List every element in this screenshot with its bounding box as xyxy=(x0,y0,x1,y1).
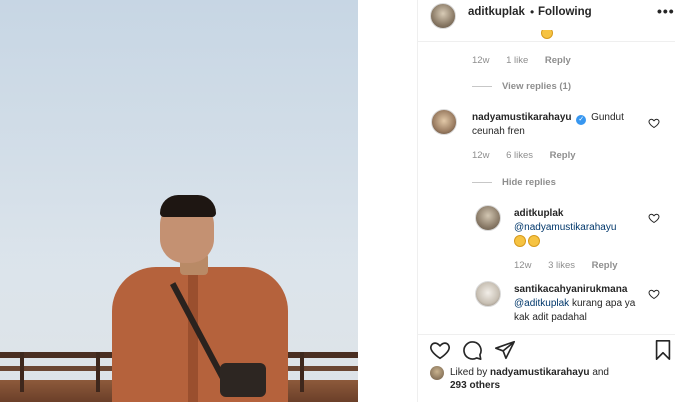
share-icon[interactable] xyxy=(494,339,516,361)
verified-badge-icon: ✓ xyxy=(576,115,587,125)
commenter-username[interactable]: nadyamustikarahayu xyxy=(472,112,572,123)
emoji-icon xyxy=(514,235,526,248)
comment-likes[interactable]: 1 like xyxy=(506,55,528,66)
partial-comment-emoji xyxy=(541,30,581,40)
comment-like-heart-icon[interactable] xyxy=(648,117,660,129)
reply-mention[interactable]: @aditkuplak xyxy=(514,298,569,309)
reply-body: santikacahyanirukmana @aditkuplak kurang… xyxy=(514,283,642,325)
reply-username[interactable]: aditkuplak xyxy=(514,207,642,221)
reply-button[interactable]: Reply xyxy=(550,150,576,161)
liked-by-prefix: Liked by xyxy=(450,367,488,378)
railing-post xyxy=(96,352,100,392)
comment-icon[interactable] xyxy=(461,339,483,361)
reply-like-heart-icon[interactable] xyxy=(648,212,660,224)
following-button[interactable]: Following xyxy=(538,6,592,18)
liked-by-user[interactable]: nadyamustikarahayu xyxy=(490,367,590,378)
comment-meta: 12w 1 like Reply xyxy=(472,55,585,66)
comment-age: 12w xyxy=(472,150,490,161)
heart-icon[interactable] xyxy=(429,339,451,361)
reply-body: aditkuplak @nadyamustikarahayu xyxy=(514,207,642,249)
liked-by-others[interactable]: 293 others xyxy=(450,380,500,391)
railing-post xyxy=(300,352,304,392)
post-action-bar xyxy=(418,334,675,362)
comment-body: nadyamustikarahayu ✓ Gundut ceunah fren xyxy=(472,111,652,139)
reply-emojis xyxy=(514,235,642,249)
bookmark-icon[interactable] xyxy=(652,339,674,361)
reply-avatar[interactable] xyxy=(475,281,501,307)
author-avatar[interactable] xyxy=(430,3,456,29)
reply-meta: 12w 3 likes Reply xyxy=(514,260,632,271)
person-figure xyxy=(108,195,293,402)
reply-age: 12w xyxy=(514,260,532,271)
comment-age: 12w xyxy=(472,55,490,66)
reply-avatar[interactable] xyxy=(475,205,501,231)
reply-mention[interactable]: @nadyamustikarahayu xyxy=(514,221,642,235)
comment-likes[interactable]: 6 likes xyxy=(506,150,533,161)
hide-replies-link[interactable]: Hide replies xyxy=(472,177,556,188)
emoji-icon xyxy=(528,235,540,248)
reply-likes[interactable]: 3 likes xyxy=(548,260,575,271)
liker-avatar[interactable] xyxy=(430,366,444,380)
more-options-icon[interactable]: ••• xyxy=(657,3,675,19)
hair xyxy=(160,195,216,217)
railing-post xyxy=(20,352,24,392)
liked-by-and: and xyxy=(592,367,609,378)
shoulder-bag xyxy=(220,363,266,397)
post-photo[interactable] xyxy=(0,0,358,402)
emoji-icon xyxy=(541,30,553,40)
divider-line xyxy=(472,85,492,87)
liked-by-text: Liked by nadyamustikarahayu and 293 othe… xyxy=(450,366,609,392)
author-username[interactable]: aditkuplak xyxy=(468,6,525,18)
hide-replies-label: Hide replies xyxy=(502,177,556,188)
view-replies-link[interactable]: View replies (1) xyxy=(472,81,571,92)
divider-line xyxy=(472,181,492,183)
comment-meta: 12w 6 likes Reply xyxy=(472,150,590,161)
commenter-avatar[interactable] xyxy=(431,109,457,135)
reply-button[interactable]: Reply xyxy=(545,55,571,66)
reply-username[interactable]: santikacahyanirukmana xyxy=(514,283,642,297)
comments-panel: aditkuplak • Following ••• 12w 1 like Re… xyxy=(417,0,675,402)
reply-button[interactable]: Reply xyxy=(592,260,618,271)
reply-like-heart-icon[interactable] xyxy=(648,288,660,300)
header-separator: • xyxy=(530,5,535,19)
view-replies-label: View replies (1) xyxy=(502,81,571,92)
shirt-placket xyxy=(188,273,198,402)
